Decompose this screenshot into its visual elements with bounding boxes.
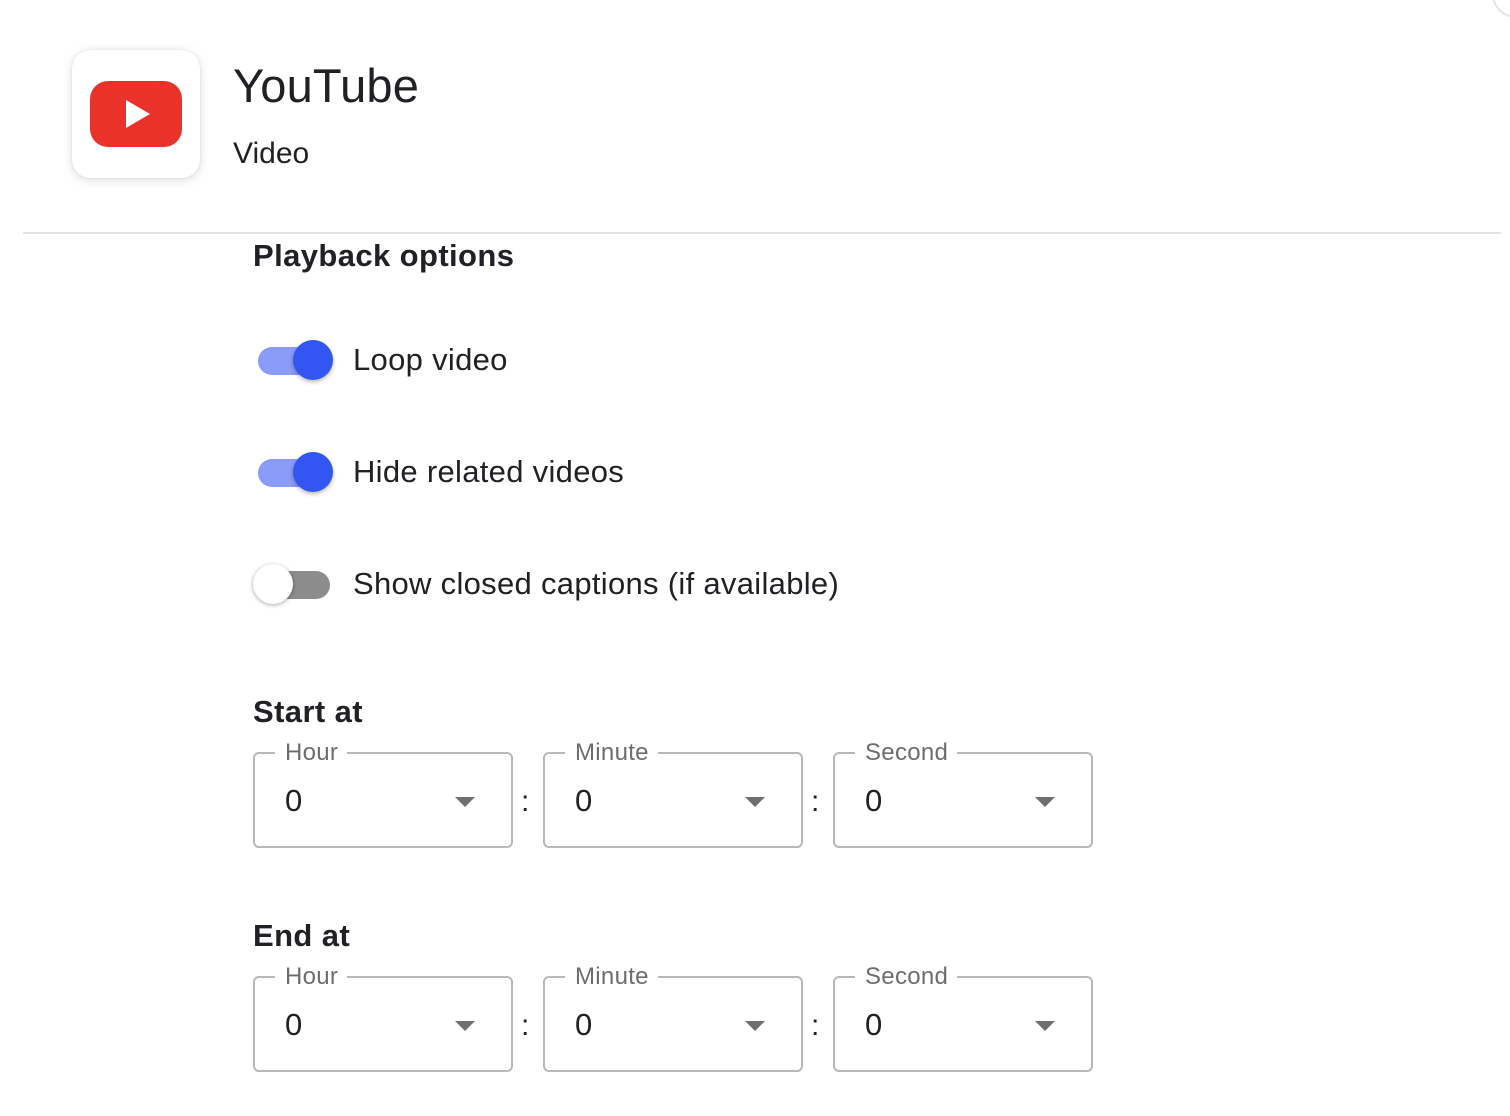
app-title: YouTube <box>233 59 420 112</box>
end-at-time-row: Hour 0 : Minute 0 : Second 0 <box>253 962 1093 1072</box>
select-value: 0 <box>285 783 303 818</box>
dropdown-arrow-icon[interactable] <box>455 1021 475 1031</box>
switch-thumb[interactable] <box>293 452 333 492</box>
end-second-select[interactable]: Second 0 <box>833 962 1093 1072</box>
time-separator: : <box>521 785 530 818</box>
closed-captions-toggle-row[interactable]: Show closed captions (if available) <box>253 559 839 609</box>
start-second-select[interactable]: Second 0 <box>833 738 1093 848</box>
select-value: 0 <box>575 1007 593 1042</box>
end-at-heading: End at <box>253 918 351 953</box>
corner-close-button[interactable] <box>1492 0 1510 18</box>
dropdown-arrow-icon[interactable] <box>745 797 765 807</box>
select-label: Minute <box>565 738 658 768</box>
loop-video-label: Loop video <box>353 342 508 377</box>
select-value: 0 <box>575 783 593 818</box>
select-label: Hour <box>275 962 348 992</box>
select-label: Second <box>855 962 958 992</box>
youtube-logo-icon <box>90 81 182 147</box>
dropdown-arrow-icon[interactable] <box>1035 797 1055 807</box>
hide-related-videos-switch[interactable] <box>253 447 333 497</box>
select-value: 0 <box>285 1007 303 1042</box>
youtube-settings-page: YouTube Video Playback options Loop vide… <box>0 0 1510 1116</box>
start-hour-select[interactable]: Hour 0 <box>253 738 513 848</box>
playback-options-heading: Playback options <box>253 238 515 273</box>
dropdown-arrow-icon[interactable] <box>1035 1021 1055 1031</box>
select-label: Hour <box>275 738 348 768</box>
dropdown-arrow-icon[interactable] <box>455 797 475 807</box>
time-separator: : <box>811 785 820 818</box>
select-value: 0 <box>865 1007 883 1042</box>
loop-video-switch[interactable] <box>253 335 333 385</box>
end-hour-select[interactable]: Hour 0 <box>253 962 513 1072</box>
hide-related-videos-label: Hide related videos <box>353 454 625 489</box>
select-label: Second <box>855 738 958 768</box>
select-label: Minute <box>565 962 658 992</box>
select-value: 0 <box>865 783 883 818</box>
header-divider <box>23 232 1501 234</box>
closed-captions-label: Show closed captions (if available) <box>353 566 840 601</box>
start-at-heading: Start at <box>253 694 364 729</box>
start-minute-select[interactable]: Minute 0 <box>543 738 803 848</box>
switch-thumb[interactable] <box>293 340 333 380</box>
time-separator: : <box>521 1009 530 1042</box>
start-at-time-row: Hour 0 : Minute 0 : Second 0 <box>253 738 1093 848</box>
time-separator: : <box>811 1009 820 1042</box>
hide-related-videos-toggle-row[interactable]: Hide related videos <box>253 447 624 497</box>
app-subtitle: Video <box>233 137 310 170</box>
dropdown-arrow-icon[interactable] <box>745 1021 765 1031</box>
end-minute-select[interactable]: Minute 0 <box>543 962 803 1072</box>
loop-video-toggle-row[interactable]: Loop video <box>253 335 508 385</box>
closed-captions-switch[interactable] <box>253 559 333 609</box>
switch-thumb[interactable] <box>253 564 293 604</box>
app-icon-tile <box>72 50 200 178</box>
